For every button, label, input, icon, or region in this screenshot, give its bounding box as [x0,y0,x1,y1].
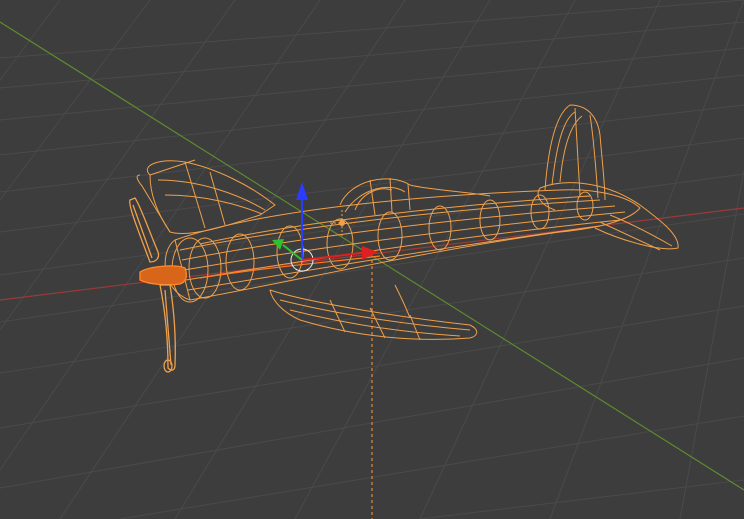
aircraft-wireframe[interactable] [136,104,679,341]
y-axis-line [0,21,744,491]
3d-viewport[interactable] [0,0,744,519]
